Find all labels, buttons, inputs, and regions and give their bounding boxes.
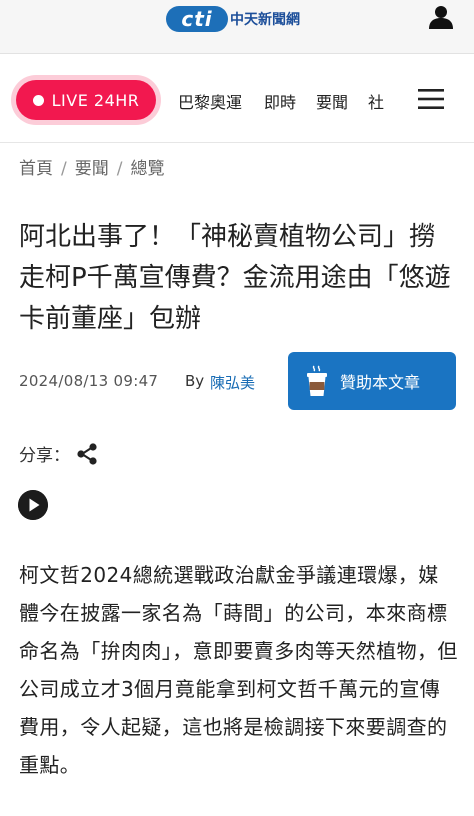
breadcrumb-home[interactable]: 首頁 bbox=[19, 159, 53, 179]
breadcrumb: 首頁 / 要聞 / 總覽 bbox=[19, 154, 164, 179]
article-title: 阿北出事了！「神秘賣植物公司」撈走柯P千萬宣傳費？金流用途由「悠遊卡前董座」包辦 bbox=[19, 222, 451, 334]
article-body: 柯文哲2024總統選戰政治獻金爭議連環爆，媒體今在披露一家名為「蒔間」的公司，本… bbox=[19, 563, 458, 777]
logo-mark: cti bbox=[166, 6, 228, 32]
hamburger-menu-icon[interactable] bbox=[418, 88, 444, 110]
live-24hr-button[interactable]: LIVE 24HR bbox=[16, 80, 156, 120]
account-icon[interactable] bbox=[428, 4, 454, 30]
breadcrumb-headlines[interactable]: 要聞 bbox=[75, 159, 109, 179]
top-header: cti 中天新聞網 bbox=[0, 0, 474, 54]
share-row: 分享： bbox=[19, 441, 98, 466]
live-label: LIVE 24HR bbox=[51, 90, 140, 110]
share-label: 分享： bbox=[19, 446, 70, 466]
sponsor-label: 贊助本文章 bbox=[340, 373, 421, 392]
nav-item-paris-olympics[interactable]: 巴黎奧運 bbox=[178, 89, 242, 113]
byline-prefix: By bbox=[185, 372, 205, 390]
audio-play-button[interactable] bbox=[18, 490, 48, 520]
sponsor-article-button[interactable]: 贊助本文章 bbox=[288, 352, 456, 410]
site-logo[interactable]: cti 中天新聞網 bbox=[166, 4, 300, 34]
nav-item-breaking[interactable]: 即時 bbox=[264, 89, 296, 113]
breadcrumb-overview[interactable]: 總覽 bbox=[130, 159, 164, 179]
share-icon[interactable] bbox=[76, 442, 98, 465]
publish-date: 2024/08/13 09:47 bbox=[19, 372, 159, 390]
breadcrumb-separator: / bbox=[61, 159, 67, 179]
logo-text: 中天新聞網 bbox=[230, 12, 300, 28]
nav-item-headlines[interactable]: 要聞 bbox=[316, 89, 348, 113]
author-link[interactable]: 陳弘美 bbox=[210, 372, 255, 393]
breadcrumb-separator: / bbox=[116, 159, 123, 179]
nav-item-society[interactable]: 社 bbox=[368, 89, 384, 113]
live-dot-icon bbox=[32, 94, 44, 106]
main-nav: LIVE 24HR 巴黎奧運 即時 要聞 社 bbox=[0, 55, 474, 143]
coffee-cup-icon bbox=[307, 365, 327, 396]
